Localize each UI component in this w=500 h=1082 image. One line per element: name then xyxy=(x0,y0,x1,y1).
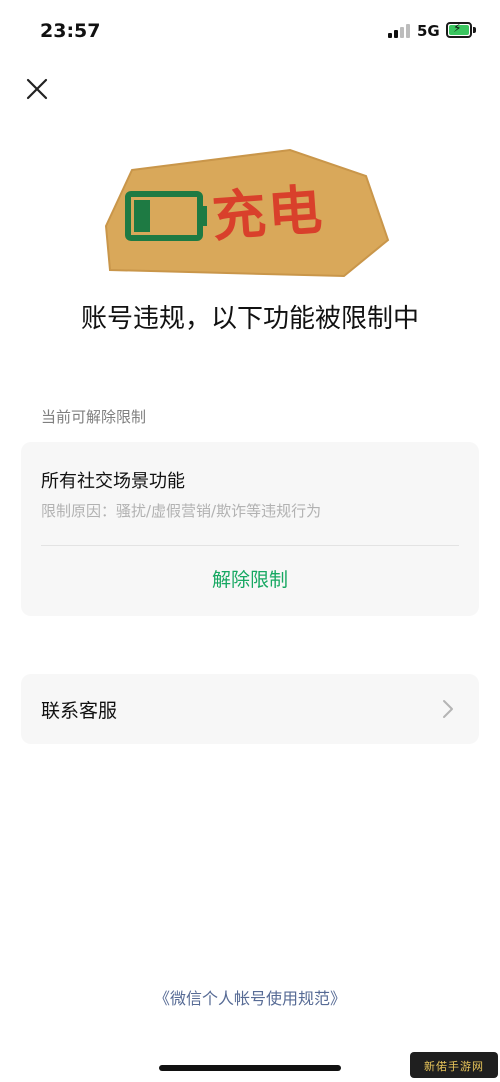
battery-charging-icon: ⚡ xyxy=(446,22,476,38)
restriction-card: 所有社交场景功能 限制原因：骚扰/虚假营销/欺诈等违规行为 解除限制 xyxy=(21,442,479,616)
network-label: 5G xyxy=(417,22,440,40)
status-time: 23:57 xyxy=(40,20,101,42)
home-indicator xyxy=(159,1065,341,1071)
close-icon xyxy=(26,78,48,100)
chevron-right-icon xyxy=(443,700,453,718)
signal-icon xyxy=(388,24,410,38)
contact-support-row[interactable]: 联系客服 xyxy=(21,674,479,744)
banner-text: 充电 xyxy=(209,178,327,249)
watermark-text: 新偌手游网 xyxy=(424,1060,484,1073)
lift-restriction-button[interactable]: 解除限制 xyxy=(21,546,479,616)
close-button[interactable] xyxy=(22,74,52,104)
watermark-logo: 新偌手游网 xyxy=(402,1040,498,1082)
charging-banner: 充电 xyxy=(104,148,394,282)
page-title: 账号违规，以下功能被限制中 xyxy=(80,304,419,334)
status-bar: 23:57 5G ⚡ xyxy=(0,0,500,60)
account-rules-link[interactable]: 《微信个人帐号使用规范》 xyxy=(0,985,500,1009)
section-label: 当前可解除限制 xyxy=(41,408,147,426)
contact-support-label: 联系客服 xyxy=(41,700,118,722)
restriction-title: 所有社交场景功能 xyxy=(41,471,185,492)
restriction-reason: 限制原因：骚扰/虚假营销/欺诈等违规行为 xyxy=(41,502,322,520)
